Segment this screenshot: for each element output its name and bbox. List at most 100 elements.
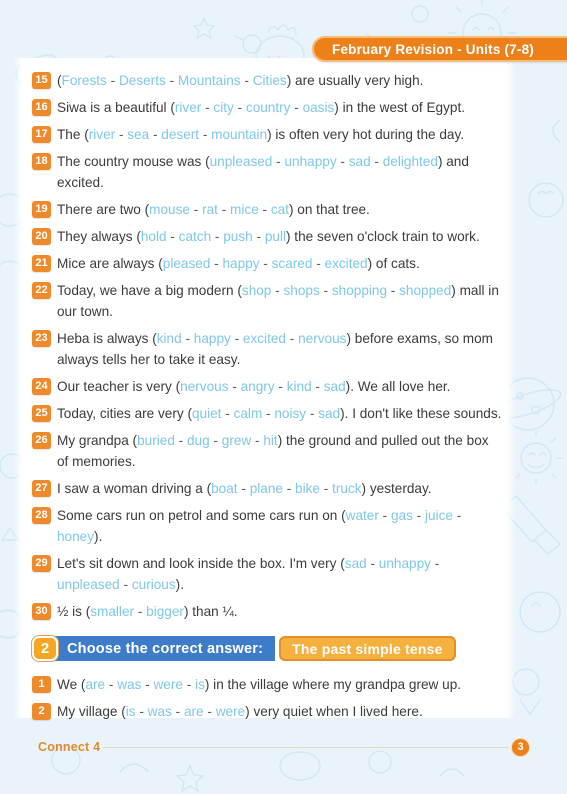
question-text: The (river - sea - desert - mountain) is… bbox=[57, 124, 502, 145]
option-separator: - bbox=[149, 127, 162, 142]
question-text: Siwa is a beautiful (river - city - coun… bbox=[57, 97, 502, 118]
option-separator: - bbox=[271, 283, 284, 298]
question-number-badge-20: 20 bbox=[32, 228, 51, 245]
page-title: February Revision - Units (7-8) bbox=[332, 41, 534, 57]
answer-option[interactable]: river bbox=[89, 127, 115, 142]
answer-option[interactable]: boat bbox=[211, 481, 237, 496]
question-number-badge-27: 27 bbox=[32, 480, 51, 497]
answer-option[interactable]: country bbox=[246, 100, 291, 115]
question-row: 20 They always (hold - catch - push - pul… bbox=[32, 226, 502, 247]
option-separator: - bbox=[370, 154, 383, 169]
option-separator: - bbox=[119, 577, 132, 592]
question-row: 15 (Forests - Deserts - Mountains - Citie… bbox=[32, 70, 502, 91]
answer-option[interactable]: Deserts bbox=[119, 73, 166, 88]
answer-option[interactable]: sad bbox=[318, 406, 340, 421]
answer-option[interactable]: is bbox=[195, 677, 205, 692]
answer-option[interactable]: dug bbox=[187, 433, 210, 448]
answer-option[interactable]: buried bbox=[137, 433, 175, 448]
answer-option[interactable]: quiet bbox=[192, 406, 221, 421]
answer-option[interactable]: sad bbox=[324, 379, 346, 394]
answer-option[interactable]: happy bbox=[222, 256, 259, 271]
option-separator: - bbox=[105, 677, 118, 692]
answer-option[interactable]: water bbox=[346, 508, 379, 523]
answer-option[interactable]: scared bbox=[272, 256, 313, 271]
sentence-text: ). bbox=[175, 577, 184, 592]
answer-option[interactable]: shopping bbox=[332, 283, 387, 298]
option-separator: - bbox=[312, 256, 325, 271]
answer-option[interactable]: nervous bbox=[180, 379, 228, 394]
answer-option[interactable]: juice bbox=[425, 508, 453, 523]
answer-option[interactable]: bike bbox=[295, 481, 320, 496]
answer-option[interactable]: was bbox=[117, 677, 141, 692]
answer-option[interactable]: push bbox=[223, 229, 252, 244]
sentence-text: ) very quiet when I lived here. bbox=[245, 704, 423, 719]
answer-option[interactable]: unpleased bbox=[57, 577, 120, 592]
answer-option[interactable]: Mountains bbox=[178, 73, 241, 88]
answer-option[interactable]: honey bbox=[57, 529, 94, 544]
answer-option[interactable]: sea bbox=[127, 127, 149, 142]
answer-option[interactable]: shops bbox=[283, 283, 319, 298]
answer-option[interactable]: Forests bbox=[62, 73, 107, 88]
answer-option[interactable]: were bbox=[216, 704, 245, 719]
answer-option[interactable]: sad bbox=[349, 154, 371, 169]
answer-option[interactable]: mountain bbox=[211, 127, 267, 142]
answer-option[interactable]: bigger bbox=[146, 604, 184, 619]
answer-option[interactable]: kind bbox=[157, 331, 182, 346]
answer-option[interactable]: delighted bbox=[383, 154, 438, 169]
answer-option[interactable]: mice bbox=[230, 202, 259, 217]
answer-option[interactable]: unhappy bbox=[379, 556, 431, 571]
question-row: 21 Mice are always (pleased - happy - sca… bbox=[32, 253, 502, 274]
answer-option[interactable]: excited bbox=[243, 331, 286, 346]
answer-option[interactable]: hold bbox=[141, 229, 167, 244]
question-row: 23 Heba is always (kind - happy - excited… bbox=[32, 328, 502, 370]
answer-option[interactable]: rat bbox=[202, 202, 218, 217]
answer-option[interactable]: pull bbox=[265, 229, 286, 244]
option-separator: - bbox=[452, 508, 462, 523]
answer-option[interactable]: kind bbox=[287, 379, 312, 394]
answer-option[interactable]: angry bbox=[241, 379, 275, 394]
answer-option[interactable]: were bbox=[153, 677, 182, 692]
answer-option[interactable]: river bbox=[175, 100, 201, 115]
question-text: I saw a woman driving a (boat - plane - … bbox=[57, 478, 502, 499]
book-title-label: Connect 4 bbox=[38, 740, 101, 754]
answer-option[interactable]: plane bbox=[250, 481, 283, 496]
option-separator: - bbox=[199, 127, 212, 142]
answer-option[interactable]: unpleased bbox=[210, 154, 273, 169]
answer-option[interactable]: gas bbox=[391, 508, 413, 523]
answer-option[interactable]: are bbox=[85, 677, 105, 692]
answer-option[interactable]: are bbox=[184, 704, 204, 719]
answer-option[interactable]: truck bbox=[332, 481, 361, 496]
answer-option[interactable]: nervous bbox=[298, 331, 346, 346]
option-separator: - bbox=[166, 229, 179, 244]
answer-option[interactable]: hit bbox=[263, 433, 277, 448]
answer-option[interactable]: unhappy bbox=[284, 154, 336, 169]
answer-option[interactable]: noisy bbox=[274, 406, 306, 421]
answer-option[interactable]: sad bbox=[345, 556, 367, 571]
question-row: 17 The (river - sea - desert - mountain) … bbox=[32, 124, 502, 145]
answer-option[interactable]: pleased bbox=[163, 256, 211, 271]
option-separator: - bbox=[282, 481, 296, 496]
answer-option[interactable]: is bbox=[126, 704, 136, 719]
answer-option[interactable]: catch bbox=[179, 229, 212, 244]
section-topic-tag: The past simple tense bbox=[279, 636, 456, 661]
answer-option[interactable]: cat bbox=[271, 202, 289, 217]
answer-option[interactable]: was bbox=[148, 704, 172, 719]
option-separator: - bbox=[230, 331, 243, 346]
answer-option[interactable]: mouse bbox=[149, 202, 190, 217]
sentence-text: Heba is always ( bbox=[57, 331, 157, 346]
sentence-text: Mice are always ( bbox=[57, 256, 163, 271]
answer-option[interactable]: grew bbox=[222, 433, 251, 448]
answer-option[interactable]: smaller bbox=[90, 604, 134, 619]
answer-option[interactable]: excited bbox=[325, 256, 368, 271]
answer-option[interactable]: desert bbox=[161, 127, 199, 142]
option-separator: - bbox=[252, 229, 265, 244]
answer-option[interactable]: shop bbox=[242, 283, 271, 298]
answer-option[interactable]: happy bbox=[194, 331, 231, 346]
answer-option[interactable]: city bbox=[213, 100, 233, 115]
answer-option[interactable]: curious bbox=[132, 577, 176, 592]
option-separator: - bbox=[378, 508, 391, 523]
answer-option[interactable]: calm bbox=[234, 406, 263, 421]
answer-option[interactable]: oasis bbox=[303, 100, 335, 115]
answer-option[interactable]: shopped bbox=[399, 283, 451, 298]
answer-option[interactable]: Cities bbox=[253, 73, 287, 88]
